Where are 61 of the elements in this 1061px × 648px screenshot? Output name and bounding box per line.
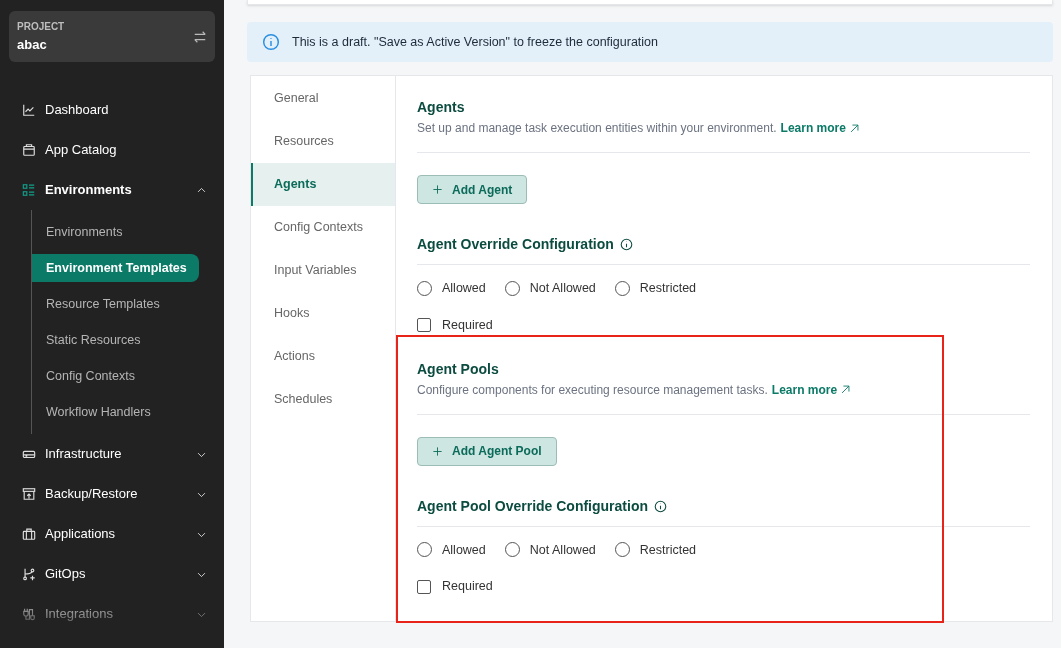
learn-more-link[interactable]: Learn more: [780, 119, 860, 137]
checkbox[interactable]: [417, 318, 431, 333]
radio-option[interactable]: Restricted: [614, 279, 697, 298]
required-option[interactable]: Required: [417, 577, 493, 596]
nav-subitem[interactable]: Resource Templates: [32, 290, 172, 318]
plus-icon: [432, 445, 443, 457]
nav-subitem[interactable]: Environment Templates: [32, 254, 199, 282]
tab[interactable]: Hooks: [251, 292, 395, 335]
info-icon: [262, 33, 280, 51]
nav-item[interactable]: Environments: [9, 170, 215, 210]
checkbox[interactable]: [417, 579, 431, 594]
tab[interactable]: Agents: [251, 163, 395, 206]
radio-option[interactable]: Allowed: [417, 540, 486, 560]
radio-option[interactable]: Allowed: [417, 279, 486, 298]
section-description: Set up and manage task execution entities within your environment.: [417, 120, 777, 137]
learn-more-link[interactable]: Learn more: [771, 380, 852, 399]
project-label: PROJECT: [17, 19, 65, 34]
radio-option[interactable]: Not Allowed: [504, 279, 596, 298]
nav-subitem[interactable]: Environments: [32, 218, 135, 246]
nav-item[interactable]: App Catalog: [9, 130, 215, 170]
nav-item[interactable]: GitOps: [9, 554, 215, 594]
tab[interactable]: Config Contexts: [251, 206, 395, 249]
tab[interactable]: General: [251, 77, 395, 120]
banner-text: This is a draft. "Save as Active Version" to freeze the configuration: [292, 33, 658, 51]
nav-subitem[interactable]: Static Resources: [32, 326, 153, 354]
swap-icon: [193, 29, 207, 44]
section-title: Agents: [417, 98, 466, 117]
nav-subitem[interactable]: Workflow Handlers: [32, 398, 163, 426]
required-option[interactable]: Required: [417, 315, 493, 335]
nav-item[interactable]: Applications: [9, 514, 215, 554]
project-name: abac: [17, 35, 48, 54]
radio-option[interactable]: Not Allowed: [504, 540, 596, 560]
radio-option[interactable]: Restricted: [614, 540, 697, 560]
tab[interactable]: Schedules: [251, 378, 395, 421]
external-link-icon: [848, 122, 860, 134]
tab[interactable]: Actions: [251, 335, 395, 378]
plug-icon: [22, 607, 36, 621]
nav-item[interactable]: Integrations: [9, 594, 215, 634]
nav-item[interactable]: Dashboard: [9, 90, 215, 130]
archive-icon: [22, 487, 36, 501]
nav-item[interactable]: Infrastructure: [9, 434, 215, 474]
project-switcher[interactable]: PROJECT abac: [9, 11, 215, 62]
tab[interactable]: Input Variables: [251, 249, 395, 292]
list-icon: [22, 183, 36, 197]
nav-subitem[interactable]: Config Contexts: [32, 362, 147, 390]
plus-icon: [432, 184, 443, 195]
box-icon: [22, 143, 36, 157]
add-button[interactable]: Add Agent: [417, 175, 528, 204]
section-title: Agent Pool Override Configuration: [417, 496, 648, 516]
chart-icon: [22, 103, 36, 117]
section-title: Agent Pools: [417, 359, 500, 379]
add-button[interactable]: Add Agent Pool: [417, 436, 557, 466]
section-title: Agent Override Configuration: [417, 235, 614, 254]
info-icon: [654, 499, 667, 513]
nav-item[interactable]: Backup/Restore: [9, 474, 215, 514]
branch-icon: [22, 567, 36, 581]
info-icon: [619, 238, 633, 251]
briefcase-icon: [22, 527, 36, 541]
external-link-icon: [840, 384, 852, 395]
section-description: Configure components for executing resource management tasks.: [417, 381, 768, 399]
tab[interactable]: Resources: [251, 120, 395, 163]
